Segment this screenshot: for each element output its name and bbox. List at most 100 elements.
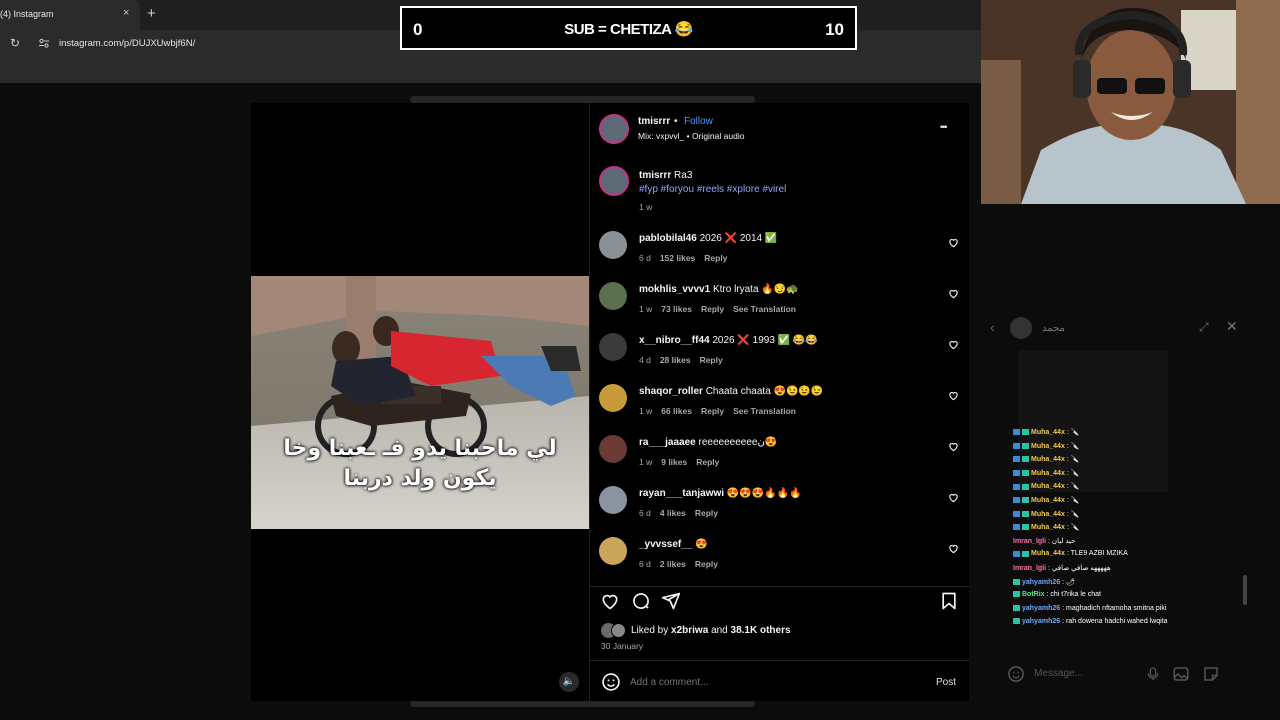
more-options-icon[interactable]: •••: [940, 122, 948, 132]
comment-likes[interactable]: 9 likes: [661, 457, 687, 467]
comment-likes[interactable]: 4 likes: [660, 508, 686, 518]
comment-icon[interactable]: [631, 591, 651, 611]
caption-hashtags[interactable]: #fyp #foryou #reels #xplore #virel: [639, 184, 786, 195]
see-translation-button[interactable]: See Translation: [733, 406, 796, 416]
chat-message: yahyamh26 : rah dowena hadchi wahed lwqi…: [1013, 618, 1213, 632]
comment-like-heart-icon[interactable]: [948, 339, 959, 350]
chat-badge-icon: [1022, 469, 1029, 476]
chat-message-input[interactable]: Message...: [1034, 668, 1083, 679]
comment-username[interactable]: mokhlis_vvvv1: [639, 284, 710, 295]
comment-like-heart-icon[interactable]: [948, 237, 959, 248]
chat-back-icon[interactable]: ‹: [990, 319, 995, 335]
comment-likes[interactable]: 28 likes: [660, 355, 691, 365]
comment-input[interactable]: [630, 675, 910, 689]
comment-like-heart-icon[interactable]: [948, 390, 959, 401]
comment-reply-button[interactable]: Reply: [701, 406, 724, 416]
sound-icon[interactable]: 🔈: [559, 672, 579, 692]
comment-avatar[interactable]: [599, 282, 627, 310]
caption-username[interactable]: tmisrrr: [639, 170, 671, 181]
chat-message: Muha_44x : 🔪: [1013, 442, 1213, 456]
follow-button[interactable]: Follow: [684, 116, 713, 127]
chat-mic-icon[interactable]: [1145, 665, 1161, 683]
divider: [589, 660, 969, 661]
like-heart-icon[interactable]: [600, 591, 620, 611]
chat-username[interactable]: Imran_lgli: [1013, 565, 1046, 572]
comment-likes[interactable]: 152 likes: [660, 253, 695, 263]
chat-username[interactable]: Muha_44x: [1031, 483, 1065, 490]
comment-avatar[interactable]: [599, 231, 627, 259]
chat-image-icon[interactable]: [1172, 665, 1190, 683]
chat-username[interactable]: yahyamh26: [1022, 618, 1060, 625]
comment-like-heart-icon[interactable]: [948, 543, 959, 554]
comment-reply-button[interactable]: Reply: [696, 457, 719, 467]
author-avatar[interactable]: [599, 114, 629, 144]
chat-username[interactable]: Muha_44x: [1031, 511, 1065, 518]
likes-summary[interactable]: Liked by x2briwa and 38.1K others: [631, 625, 791, 636]
chat-username[interactable]: Muha_44x: [1031, 497, 1065, 504]
post-photo[interactable]: لي ماحبنا يدو فـ ـعبنا وخا يكون ولد دربن…: [251, 276, 589, 529]
chat-username[interactable]: Muha_44x: [1031, 470, 1065, 477]
author-username[interactable]: tmisrrr: [638, 116, 670, 127]
reload-icon[interactable]: ↻: [10, 36, 20, 50]
chat-username[interactable]: Muha_44x: [1031, 443, 1065, 450]
chat-username[interactable]: yahyamh26: [1022, 605, 1060, 612]
comment-reply-button[interactable]: Reply: [700, 355, 723, 365]
chat-username[interactable]: yahyamh26: [1022, 579, 1060, 586]
comment-avatar[interactable]: [599, 333, 627, 361]
comment-likes[interactable]: 2 likes: [660, 559, 686, 569]
chat-emoji-icon[interactable]: [1007, 665, 1025, 683]
comment-likes[interactable]: 73 likes: [661, 304, 692, 314]
comment-age: 1 w: [639, 406, 653, 416]
post-comment-button[interactable]: Post: [936, 677, 956, 688]
hashtags-text[interactable]: #fyp #foryou #reels #xplore #virel: [639, 184, 786, 195]
chat-badge-icon: [1013, 591, 1020, 598]
caption-avatar[interactable]: [599, 166, 629, 196]
comment-username[interactable]: rayan___tanjawwi: [639, 488, 724, 499]
url-text[interactable]: instagram.com/p/DUJXUwbjf6N/: [59, 38, 195, 49]
liked-by-avatar-2[interactable]: [611, 623, 626, 638]
tab-close-icon[interactable]: ×: [123, 7, 129, 19]
new-tab-icon[interactable]: +: [147, 5, 156, 22]
chat-message-text: : 🔪: [1066, 429, 1080, 436]
see-translation-button[interactable]: See Translation: [733, 304, 796, 314]
chat-scrollbar[interactable]: [1243, 575, 1247, 605]
comment-avatar[interactable]: [599, 384, 627, 412]
comment-like-heart-icon[interactable]: [948, 288, 959, 299]
chat-username[interactable]: Muha_44x: [1031, 429, 1065, 436]
chat-username[interactable]: BotRix: [1022, 591, 1045, 598]
comment-reply-button[interactable]: Reply: [695, 559, 718, 569]
chat-message: Muha_44x : 🔪: [1013, 482, 1213, 496]
chat-sticker-icon[interactable]: [1202, 665, 1220, 683]
likes-user[interactable]: x2briwa: [671, 625, 708, 636]
comment-reply-button[interactable]: Reply: [701, 304, 724, 314]
chat-username[interactable]: Muha_44x: [1031, 524, 1065, 531]
post-date: 30 January: [601, 641, 644, 651]
comment-username[interactable]: ra___jaaaee: [639, 437, 696, 448]
comment-age: 6 d: [639, 508, 651, 518]
comment-username[interactable]: pablobilal46: [639, 233, 697, 244]
chat-close-icon[interactable]: ✕: [1226, 318, 1238, 335]
comment-username[interactable]: x__nibro__ff44: [639, 335, 710, 346]
comment-avatar[interactable]: [599, 486, 627, 514]
comment-username[interactable]: shaqor_roller: [639, 386, 703, 397]
chat-username[interactable]: Muha_44x: [1031, 550, 1065, 557]
comment-likes[interactable]: 66 likes: [661, 406, 692, 416]
emoji-icon[interactable]: [601, 672, 621, 692]
site-info-icon[interactable]: [38, 37, 50, 49]
comment-reply-button[interactable]: Reply: [695, 508, 718, 518]
chat-username[interactable]: Muha_44x: [1031, 456, 1065, 463]
share-icon[interactable]: [661, 591, 681, 611]
photo-caption-line-2: يكون ولد دربنا: [343, 466, 497, 491]
save-bookmark-icon[interactable]: [939, 591, 959, 611]
comment-like-heart-icon[interactable]: [948, 441, 959, 452]
comment-reply-button[interactable]: Reply: [704, 253, 727, 263]
audio-info[interactable]: Mix: vxpvvl_ • Original audio: [638, 131, 744, 141]
comment-avatar[interactable]: [599, 537, 627, 565]
likes-others[interactable]: 38.1K others: [731, 625, 791, 636]
chat-username[interactable]: Imran_lgli: [1013, 538, 1046, 545]
comment-username[interactable]: _yvvssef__: [639, 539, 692, 550]
chat-message: yahyamh26 : 🌶: [1013, 578, 1213, 592]
comment-avatar[interactable]: [599, 435, 627, 463]
chat-expand-icon[interactable]: ⤢: [1199, 320, 1209, 335]
comment-like-heart-icon[interactable]: [948, 492, 959, 503]
